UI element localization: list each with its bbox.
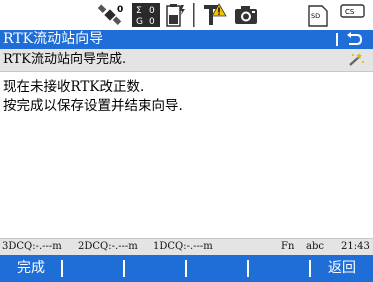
cs-controller-icon[interactable]: CS — [340, 3, 366, 31]
dcq3-readout: 3DCQ:-.---m — [2, 241, 62, 252]
dcq1-readout: 1DCQ:-.---m — [153, 241, 213, 252]
wizard-status-text: RTK流动站向导完成. — [3, 52, 127, 67]
subheader-bar: RTK流动站向导完成. — [0, 49, 373, 72]
cs-label: CS — [345, 8, 355, 16]
glonass-label: G — [136, 17, 143, 27]
clock: 21:43 — [341, 241, 370, 252]
input-mode-indicator: abc — [306, 241, 324, 252]
dcq2-readout: 2DCQ:-.---m — [78, 241, 138, 252]
window-title: RTK流动站向导 — [3, 31, 104, 47]
f5-button[interactable] — [248, 255, 310, 282]
title-bar: RTK流动站向导 — [0, 30, 373, 49]
status-bar: 0 Σ 0 G 0 SD CS — [0, 0, 373, 30]
camera-icon[interactable] — [233, 3, 259, 31]
message-line-1: 现在未接收RTK改正数. — [3, 79, 145, 95]
f4-button[interactable] — [186, 255, 248, 282]
satellite-count: 0 — [117, 5, 123, 15]
fn-indicator: Fn — [281, 241, 295, 252]
wizard-wand-icon — [347, 52, 365, 72]
sigma-bottom-value: 0 — [149, 17, 155, 27]
status-divider — [192, 3, 196, 31]
battery-icon[interactable] — [166, 3, 186, 31]
antenna-warning-icon[interactable] — [202, 3, 228, 31]
f1-finish-button[interactable]: 完成 — [0, 255, 62, 282]
sigma-top-value: 0 — [149, 6, 155, 16]
f2-button[interactable] — [62, 255, 124, 282]
f6-back-button[interactable]: 返回 — [311, 255, 373, 282]
f3-button[interactable] — [124, 255, 186, 282]
main-content: 现在未接收RTK改正数. 按完成以保存设置并结束向导. — [3, 78, 183, 116]
sd-card-icon[interactable]: SD — [308, 3, 328, 31]
sigma-label: Σ — [136, 6, 142, 16]
sigma-counter-icon[interactable]: Σ 0 G 0 — [132, 3, 160, 31]
sd-card-label: SD — [311, 12, 320, 20]
info-bar: 3DCQ:-.---m 2DCQ:-.---m 1DCQ:-.---m Fn a… — [0, 238, 373, 255]
function-key-bar: 完成 返回 — [0, 255, 373, 282]
message-line-2: 按完成以保存设置并结束向导. — [3, 98, 183, 114]
title-bar-divider — [336, 33, 338, 46]
satellite-icon[interactable]: 0 — [97, 3, 127, 31]
